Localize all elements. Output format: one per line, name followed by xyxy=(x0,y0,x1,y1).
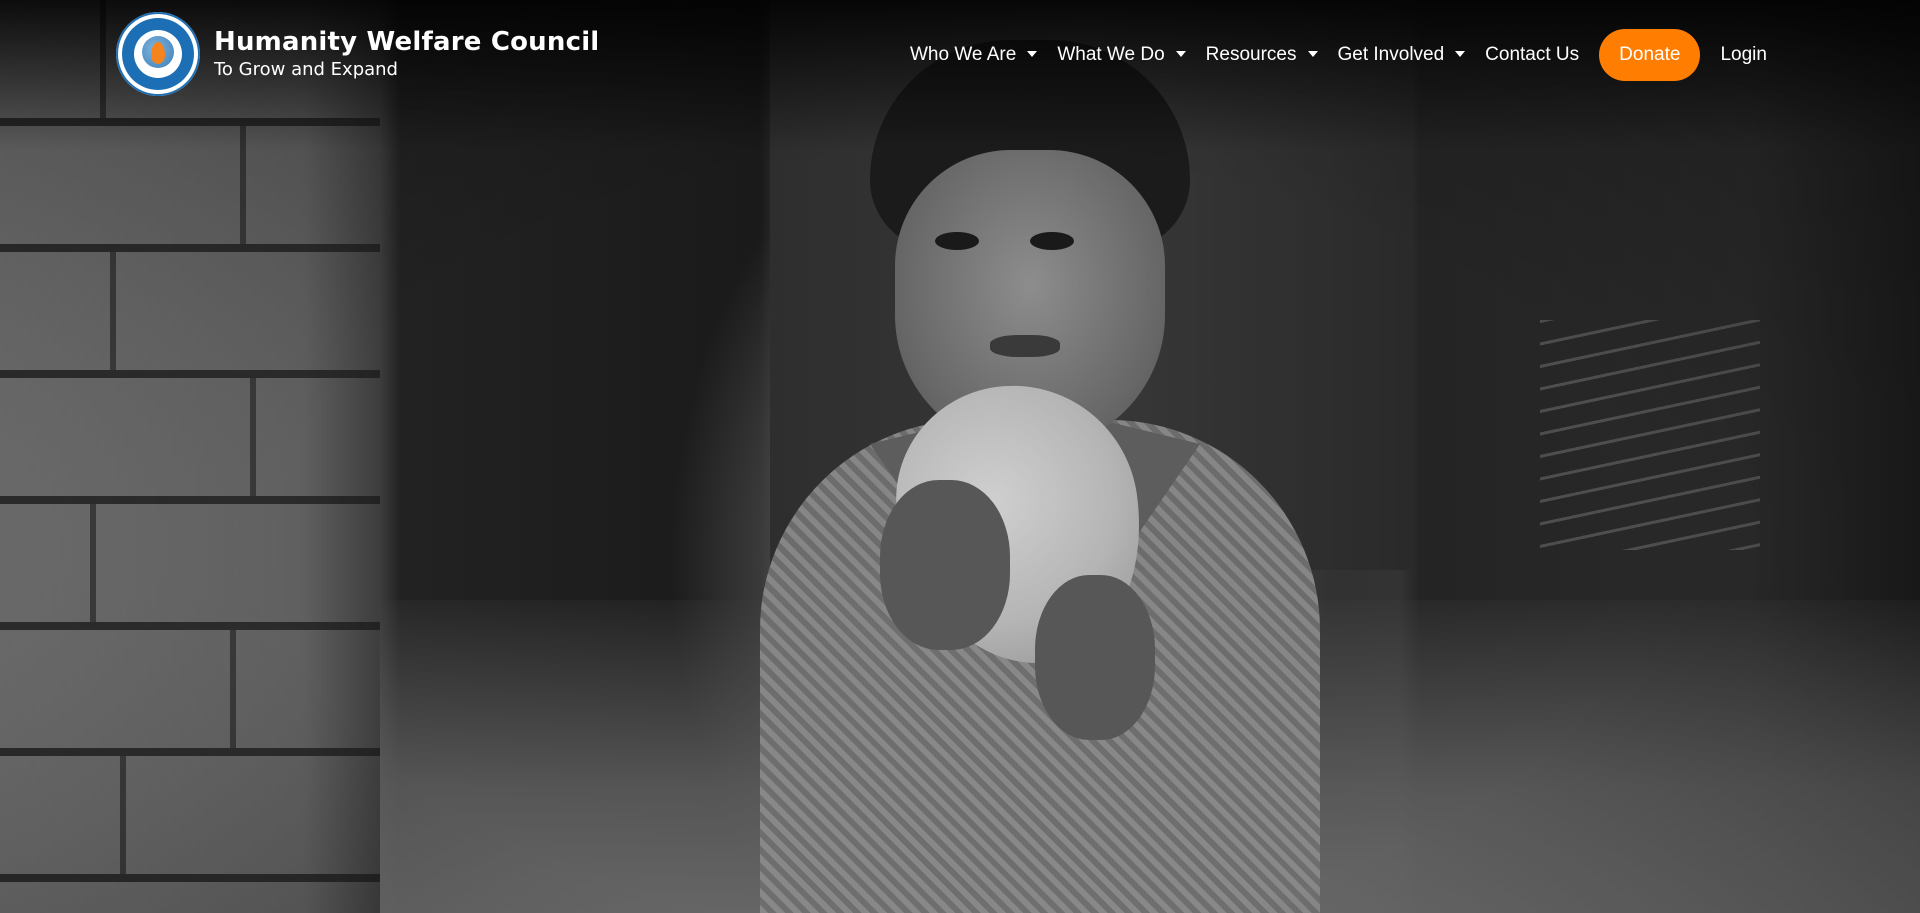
brand-tagline: To Grow and Expand xyxy=(214,59,398,80)
nav-item-label: What We Do xyxy=(1057,44,1165,65)
nav-item-label: Resources xyxy=(1205,44,1297,65)
brand-home-link[interactable]: Humanity Welfare Council To Grow and Exp… xyxy=(116,12,599,96)
caret-down-icon xyxy=(1175,51,1186,57)
nav-item-who-we-are[interactable]: Who We Are xyxy=(900,29,1047,81)
main-nav: Who We Are What We Do Resources Get Invo… xyxy=(900,29,1777,81)
nav-item-resources[interactable]: Resources xyxy=(1196,29,1328,81)
login-link[interactable]: Login xyxy=(1710,29,1777,81)
donate-button[interactable]: Donate xyxy=(1599,29,1701,81)
brand-title: Humanity Welfare Council xyxy=(214,27,600,57)
nav-item-contact-us[interactable]: Contact Us xyxy=(1475,29,1589,81)
brand-logo-icon xyxy=(116,12,200,96)
caret-down-icon xyxy=(1307,51,1318,57)
nav-item-label: Who We Are xyxy=(910,44,1017,65)
brand-text: Humanity Welfare Council To Grow and Exp… xyxy=(214,26,599,82)
hero-overlay xyxy=(0,0,1920,913)
hero-section: Humanity Welfare Council To Grow and Exp… xyxy=(0,0,1920,913)
caret-down-icon xyxy=(1027,51,1038,57)
nav-item-get-involved[interactable]: Get Involved xyxy=(1328,29,1476,81)
nav-item-label: Get Involved xyxy=(1337,44,1445,65)
caret-down-icon xyxy=(1455,51,1466,57)
site-header: Humanity Welfare Council To Grow and Exp… xyxy=(0,0,1920,110)
nav-item-label: Contact Us xyxy=(1485,44,1580,65)
nav-item-what-we-do[interactable]: What We Do xyxy=(1047,29,1195,81)
